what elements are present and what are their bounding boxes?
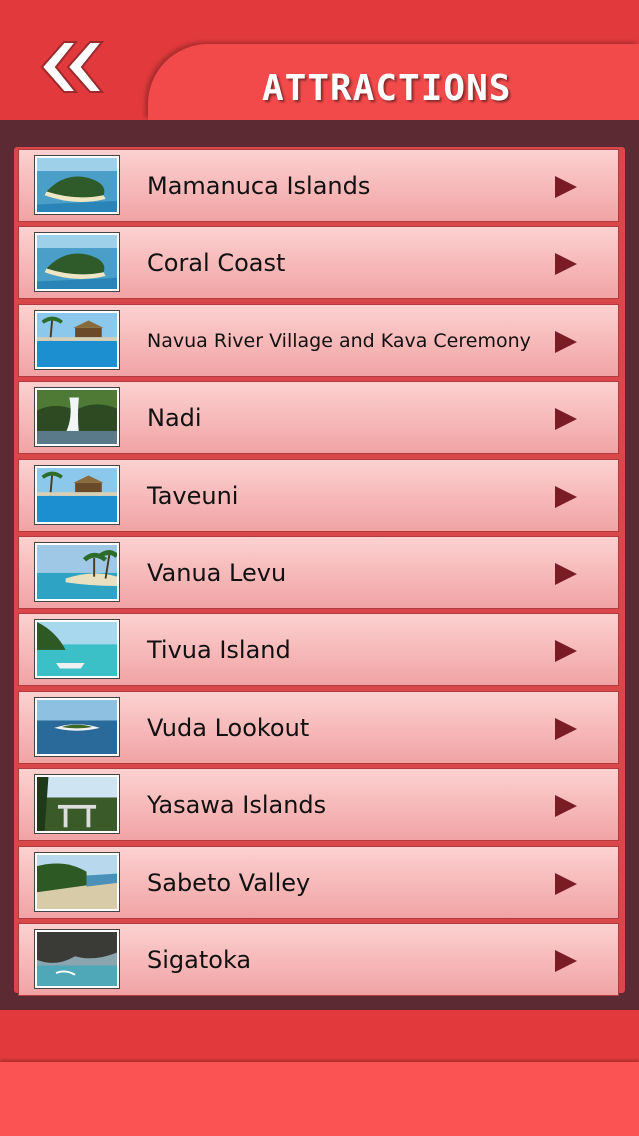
double-chevron-left-icon bbox=[40, 41, 105, 93]
header: ATTRACTIONS bbox=[0, 0, 639, 140]
attraction-thumbnail bbox=[34, 851, 120, 912]
chevron-right-icon bbox=[553, 638, 579, 664]
attraction-label: Navua River Village and Kava Ceremony bbox=[147, 329, 531, 352]
attraction-thumbnail bbox=[34, 155, 120, 215]
attractions-list: Mamanuca Islands Coral Coast Navua River V… bbox=[14, 147, 625, 996]
chevron-right-icon bbox=[553, 716, 579, 742]
footer-band bbox=[0, 1010, 639, 1062]
attraction-row[interactable]: Sigatoka bbox=[18, 923, 619, 996]
attraction-label: Sigatoka bbox=[147, 946, 252, 974]
attraction-row[interactable]: Vuda Lookout bbox=[18, 690, 619, 764]
attraction-label: Vuda Lookout bbox=[147, 713, 310, 742]
attraction-thumbnail bbox=[34, 696, 120, 757]
attraction-row[interactable]: Sabeto Valley bbox=[18, 845, 619, 919]
attraction-label: Coral Coast bbox=[147, 249, 286, 278]
chevron-right-icon bbox=[553, 948, 579, 974]
chevron-right-icon bbox=[553, 329, 579, 355]
attraction-row[interactable]: Mamanuca Islands bbox=[18, 149, 619, 222]
footer-bar bbox=[0, 1062, 639, 1136]
attraction-label: Vanua Levu bbox=[147, 559, 287, 587]
attraction-label: Tivua Island bbox=[147, 636, 291, 665]
chevron-right-icon bbox=[553, 251, 579, 277]
attraction-label: Mamanuca Islands bbox=[147, 172, 371, 200]
attraction-row[interactable]: Nadi bbox=[18, 381, 619, 455]
attraction-row[interactable]: Vanua Levu bbox=[18, 536, 619, 609]
chevron-right-icon bbox=[553, 561, 579, 587]
attraction-thumbnail bbox=[34, 464, 120, 525]
page-title: ATTRACTIONS bbox=[262, 68, 512, 109]
attraction-row[interactable]: Taveuni bbox=[18, 458, 619, 532]
attraction-thumbnail bbox=[34, 542, 120, 602]
attraction-row[interactable]: Yasawa Islands bbox=[18, 768, 619, 842]
chevron-right-icon bbox=[553, 406, 579, 432]
attraction-thumbnail bbox=[34, 774, 120, 835]
attraction-thumbnail bbox=[34, 619, 120, 680]
chevron-right-icon bbox=[553, 174, 579, 200]
chevron-right-icon bbox=[553, 484, 579, 510]
attraction-label: Taveuni bbox=[147, 481, 239, 510]
attraction-label: Nadi bbox=[147, 404, 202, 433]
back-button[interactable] bbox=[28, 38, 108, 96]
attraction-label: Sabeto Valley bbox=[147, 868, 311, 897]
attraction-thumbnail bbox=[34, 309, 120, 370]
attraction-row[interactable]: Navua River Village and Kava Ceremony bbox=[18, 303, 619, 377]
attraction-thumbnail bbox=[34, 232, 120, 293]
attraction-thumbnail bbox=[34, 929, 120, 989]
chevron-right-icon bbox=[553, 871, 579, 897]
attraction-label: Yasawa Islands bbox=[147, 791, 327, 820]
attraction-thumbnail bbox=[34, 387, 120, 448]
attraction-row[interactable]: Tivua Island bbox=[18, 613, 619, 687]
chevron-right-icon bbox=[553, 793, 579, 819]
attraction-row[interactable]: Coral Coast bbox=[18, 226, 619, 300]
